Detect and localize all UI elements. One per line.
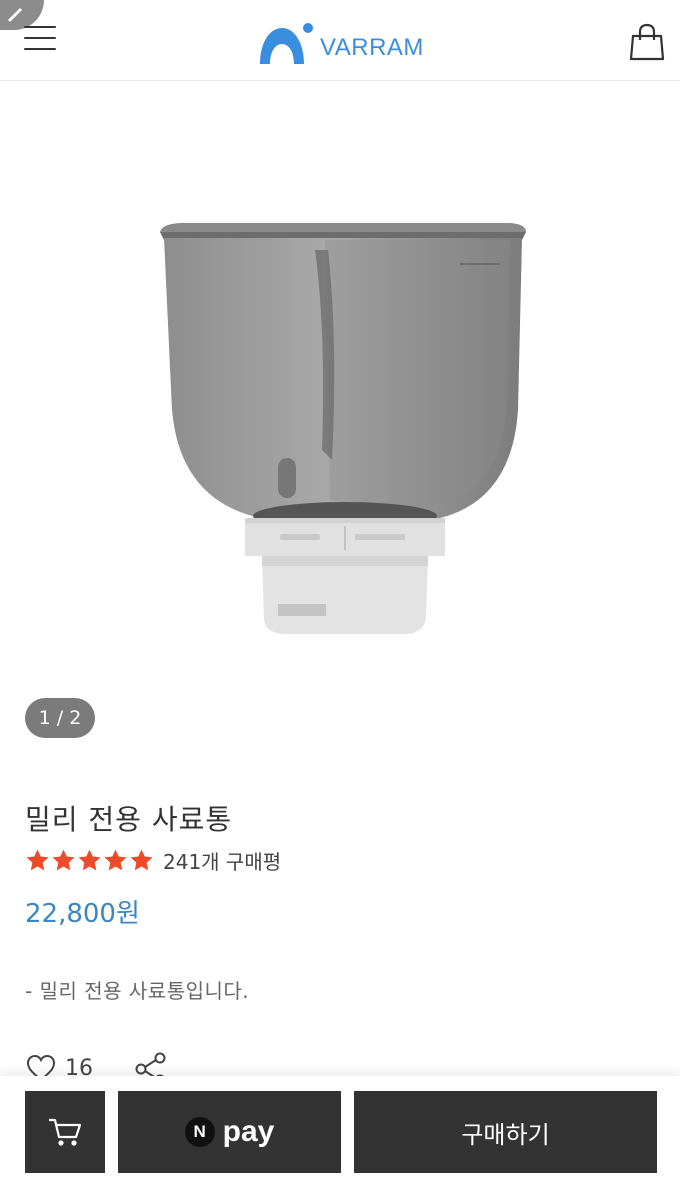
product-title: 밀리 전용 사료통: [25, 803, 233, 836]
hamburger-line: [24, 37, 56, 39]
varram-logo-icon: [260, 23, 313, 64]
star-icon: [52, 849, 75, 870]
brand-logo[interactable]: VARRAM: [256, 20, 424, 66]
review-count[interactable]: 241개 구매평: [163, 846, 281, 875]
brand-name: VARRAM: [320, 34, 424, 61]
star-icon: [78, 849, 101, 870]
image-pager: 1 / 2: [25, 698, 95, 738]
add-to-cart-button[interactable]: [25, 1091, 105, 1173]
star-icon: [130, 849, 153, 870]
star-icon: [26, 849, 49, 870]
rating-stars: [25, 848, 155, 873]
rating-row[interactable]: 241개 구매평: [25, 845, 281, 875]
buy-now-button[interactable]: 구매하기: [354, 1091, 657, 1173]
npay-label: pay: [222, 1115, 275, 1148]
pencil-icon: [8, 8, 22, 22]
shopping-bag-icon: [629, 23, 665, 61]
npay-logo-icon: N: [184, 1117, 215, 1147]
top-header: VARRAM: [0, 0, 680, 81]
hamburger-line: [24, 48, 56, 50]
npay-button[interactable]: N pay: [118, 1091, 341, 1173]
product-price: 22,800원: [25, 899, 140, 929]
menu-button[interactable]: [24, 26, 56, 52]
shopping-bag-button[interactable]: [628, 22, 666, 62]
feeder-hopper-illustration: [160, 223, 526, 634]
hamburger-menu-icon: [24, 26, 56, 28]
product-description: - 밀리 전용 사료통입니다.: [25, 979, 250, 1003]
cart-icon: [49, 1118, 82, 1146]
star-icon: [104, 849, 127, 870]
bottom-action-bar: N pay 구매하기: [0, 1076, 680, 1200]
product-image[interactable]: [150, 210, 540, 650]
